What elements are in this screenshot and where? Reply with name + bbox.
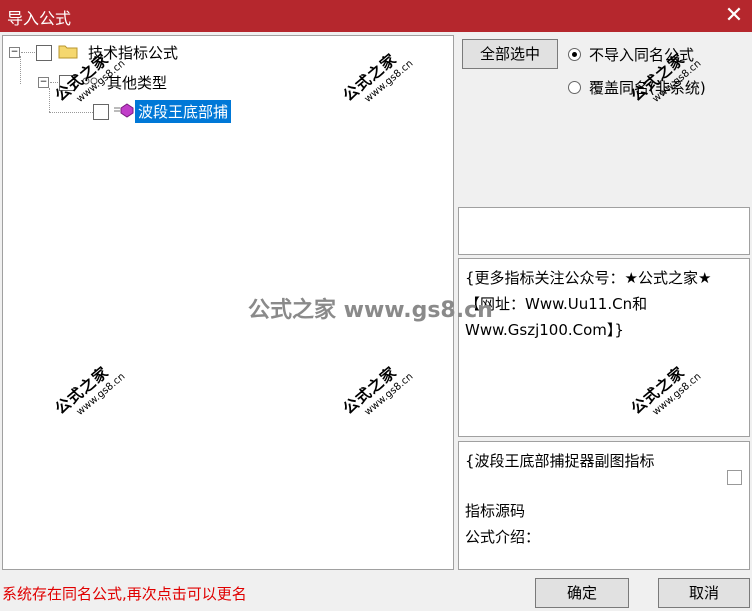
formula-icon bbox=[113, 102, 135, 122]
info-text: {更多指标关注公众号：★公式之家★ 【网址：Www.Uu11.Cn和Www.Gs… bbox=[465, 269, 712, 339]
close-icon[interactable]: ✕ bbox=[716, 0, 752, 32]
radio-overwrite[interactable] bbox=[568, 81, 581, 94]
info-panel: {更多指标关注公众号：★公式之家★ 【网址：Www.Uu11.Cn和Www.Gs… bbox=[458, 258, 750, 437]
ok-button[interactable]: 确定 bbox=[535, 578, 629, 608]
window-title: 导入公式 bbox=[7, 9, 72, 28]
root-checkbox[interactable] bbox=[36, 44, 52, 61]
tree-leaf-label[interactable]: 波段王底部捕 bbox=[135, 100, 232, 123]
tree-node-leaf[interactable]: 波段王底部捕 bbox=[93, 100, 232, 123]
collapse-icon[interactable]: − bbox=[38, 77, 49, 88]
collapse-icon[interactable]: − bbox=[9, 47, 20, 58]
name-box bbox=[458, 207, 750, 255]
cancel-button[interactable]: 取消 bbox=[658, 578, 750, 608]
leaf-checkbox[interactable] bbox=[93, 103, 109, 120]
center-watermark: 公式之家 www.gs8.cn bbox=[248, 298, 493, 323]
folder-icon bbox=[58, 43, 78, 63]
title-bar: 导入公式 ✕ bbox=[0, 0, 752, 32]
source-label: 指标源码 bbox=[465, 502, 526, 520]
select-all-button[interactable]: 全部选中 bbox=[462, 39, 558, 69]
intro-label: 公式介绍： bbox=[465, 528, 541, 546]
detail-checkbox[interactable] bbox=[727, 470, 742, 485]
radio-skip[interactable] bbox=[568, 48, 581, 61]
status-message: 系统存在同名公式,再次点击可以更名 bbox=[2, 585, 247, 603]
detail-title: {波段王底部捕捉器副图指标 bbox=[465, 452, 655, 470]
detail-panel: {波段王底部捕捉器副图指标 指标源码 公式介绍： bbox=[458, 441, 750, 570]
